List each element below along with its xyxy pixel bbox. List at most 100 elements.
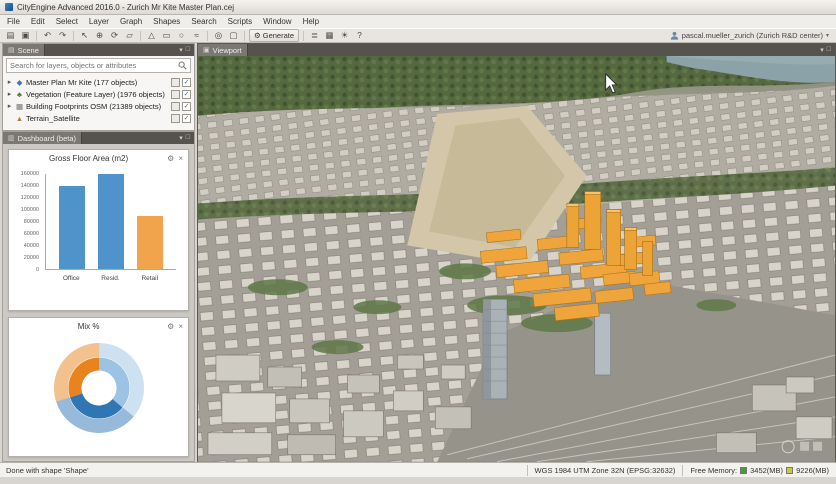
move-tool-icon[interactable]: ⊕ xyxy=(93,30,106,42)
expand-arrow-icon[interactable]: ▸ xyxy=(6,102,13,110)
layer-lock-checkbox[interactable] xyxy=(171,101,180,111)
menu-graph[interactable]: Graph xyxy=(120,17,142,26)
dashboard-tab-label: Dashboard (beta) xyxy=(17,133,76,143)
menu-edit[interactable]: Edit xyxy=(31,17,45,26)
y-tick-label: 100000 xyxy=(20,207,39,213)
memory-total-value: 9226(MB) xyxy=(796,465,829,475)
panel-minimize-icon[interactable]: ▾ xyxy=(820,46,824,54)
gear-icon[interactable]: ⚙ xyxy=(167,322,174,331)
terrain-layer-icon: ▲ xyxy=(15,113,24,123)
status-bar: Done with shape 'Shape' WGS 1984 UTM Zon… xyxy=(0,462,836,477)
layer-row-terrain[interactable]: ▲ Terrain_Satellite ✓ xyxy=(3,112,194,124)
y-tick-label: 0 xyxy=(35,267,39,273)
y-tick-label: 20000 xyxy=(23,255,39,261)
user-account-chip[interactable]: pascal.mueller_zurich (Zurich R&D center… xyxy=(670,31,832,40)
toolbar: ▤ ▣ ↶ ↷ ↖ ⊕ ⟳ ▱ △ ▭ ○ ≈ ◎ ▢ ⚙ Generate ≣… xyxy=(0,28,836,43)
title-bar: CityEngine Advanced 2016.0 - Zurich Mr K… xyxy=(0,0,836,15)
layer-lock-checkbox[interactable] xyxy=(171,77,180,87)
dashboard-content: Gross Floor Area (m2) ⚙ × 0 20000 40000 600… xyxy=(3,144,194,461)
grid-icon[interactable]: ▦ xyxy=(323,30,336,42)
polygon-tool-icon[interactable]: △ xyxy=(145,30,158,42)
menu-shapes[interactable]: Shapes xyxy=(153,17,180,26)
help-icon[interactable]: ? xyxy=(353,30,366,42)
viewport-3d-canvas[interactable] xyxy=(198,56,835,462)
panel-maximize-icon[interactable]: □ xyxy=(186,46,190,54)
gross-floor-area-card: Gross Floor Area (m2) ⚙ × 0 20000 40000 600… xyxy=(8,149,189,311)
menu-layer[interactable]: Layer xyxy=(89,17,109,26)
dashboard-tab-icon: ▥ xyxy=(8,135,15,142)
panel-maximize-icon[interactable]: □ xyxy=(186,134,190,142)
layer-tree: ▸ ◆ Master Plan Mr Kite (177 objects) ✓ … xyxy=(3,75,194,125)
toolbar-separator xyxy=(244,30,245,41)
rect-tool-icon[interactable]: ▭ xyxy=(160,30,173,42)
layer-label: Building Footprints OSM (21389 objects) xyxy=(26,101,162,111)
layer-visible-checkbox[interactable]: ✓ xyxy=(182,113,191,123)
rotate-tool-icon[interactable]: ⟳ xyxy=(108,30,121,42)
layer-visible-checkbox[interactable]: ✓ xyxy=(182,77,191,87)
menu-file[interactable]: File xyxy=(7,17,20,26)
tab-viewport[interactable]: ▣ Viewport xyxy=(198,44,248,56)
mix-donut-chart xyxy=(9,334,188,442)
menu-select[interactable]: Select xyxy=(56,17,78,26)
layer-row-building-footprints[interactable]: ▸ ▦ Building Footprints OSM (21389 objec… xyxy=(3,100,194,112)
panel-maximize-icon[interactable]: □ xyxy=(827,46,831,54)
layer-row-vegetation[interactable]: ▸ ♣ Vegetation (Feature Layer) (1976 obj… xyxy=(3,88,194,100)
layer-lock-checkbox[interactable] xyxy=(171,113,180,123)
toolbar-separator xyxy=(303,30,305,41)
layer-row-master-plan[interactable]: ▸ ◆ Master Plan Mr Kite (177 objects) ✓ xyxy=(3,76,194,88)
lighting-icon[interactable]: ☀ xyxy=(338,30,351,42)
layer-visible-checkbox[interactable]: ✓ xyxy=(182,101,191,111)
dashboard-panel: ▥ Dashboard (beta) ▾ □ Gross Floor Area … xyxy=(2,131,195,462)
undo-icon[interactable]: ↶ xyxy=(41,30,54,42)
dashboard-panel-header: ▥ Dashboard (beta) ▾ □ xyxy=(3,132,194,144)
expand-arrow-icon[interactable]: ▸ xyxy=(6,90,13,98)
open-icon[interactable]: ▤ xyxy=(4,30,17,42)
save-icon[interactable]: ▣ xyxy=(19,30,32,42)
select-tool-icon[interactable]: ↖ xyxy=(78,30,91,42)
focus-icon[interactable]: ◎ xyxy=(212,30,225,42)
panel-minimize-icon[interactable]: ▾ xyxy=(179,46,183,54)
close-icon[interactable]: × xyxy=(178,322,183,331)
mix-chart-title: Mix % xyxy=(77,321,100,331)
gear-icon[interactable]: ⚙ xyxy=(167,154,174,163)
scene-search-input[interactable] xyxy=(10,61,178,70)
scale-tool-icon[interactable]: ▱ xyxy=(123,30,136,42)
layer-visible-checkbox[interactable]: ✓ xyxy=(182,89,191,99)
y-tick-label: 40000 xyxy=(23,243,39,249)
menu-bar: File Edit Select Layer Graph Shapes Sear… xyxy=(0,15,836,28)
toolbar-separator xyxy=(36,30,37,41)
redo-icon[interactable]: ↷ xyxy=(56,30,69,42)
check-icon: ✓ xyxy=(183,102,190,110)
layer-label: Vegetation (Feature Layer) (1976 objects… xyxy=(26,89,165,99)
frame-icon[interactable]: ▢ xyxy=(227,30,240,42)
menu-search[interactable]: Search xyxy=(191,17,216,26)
tab-scene[interactable]: ▤ Scene xyxy=(3,44,45,56)
viewport-header: ▣ Viewport ▾ □ xyxy=(198,44,835,56)
menu-scripts[interactable]: Scripts xyxy=(228,17,252,26)
scene-tab-label: Scene xyxy=(17,45,39,55)
layers-icon[interactable]: ≣ xyxy=(308,30,321,42)
y-tick-label: 120000 xyxy=(20,195,39,201)
x-category-label: Retail xyxy=(141,274,159,282)
bar-resid xyxy=(98,174,124,269)
status-message: Done with shape 'Shape' xyxy=(6,465,89,475)
generate-button[interactable]: ⚙ Generate xyxy=(249,29,300,42)
x-category-label: Office xyxy=(62,274,80,282)
curve-tool-icon[interactable]: ≈ xyxy=(190,30,203,42)
scene-panel: ▤ Scene ▾ □ ▸ ◆ Master Plan Mr Kite (177… xyxy=(2,43,195,131)
user-icon xyxy=(670,31,678,40)
close-icon[interactable]: × xyxy=(178,154,183,163)
buildings-layer-icon: ▦ xyxy=(15,101,24,111)
search-icon[interactable] xyxy=(178,61,187,70)
layer-lock-checkbox[interactable] xyxy=(171,89,180,99)
menu-help[interactable]: Help xyxy=(303,17,319,26)
donut-svg xyxy=(53,343,144,433)
viewport-3d-scene xyxy=(198,56,835,462)
expand-arrow-icon[interactable]: ▸ xyxy=(6,78,13,86)
menu-window[interactable]: Window xyxy=(263,17,291,26)
tab-dashboard[interactable]: ▥ Dashboard (beta) xyxy=(3,132,82,144)
crs-label: WGS 1984 UTM Zone 32N (EPSG:32632) xyxy=(534,465,676,475)
panel-minimize-icon[interactable]: ▾ xyxy=(179,134,183,142)
memory-label: Free Memory: xyxy=(690,465,738,475)
circle-tool-icon[interactable]: ○ xyxy=(175,30,188,42)
